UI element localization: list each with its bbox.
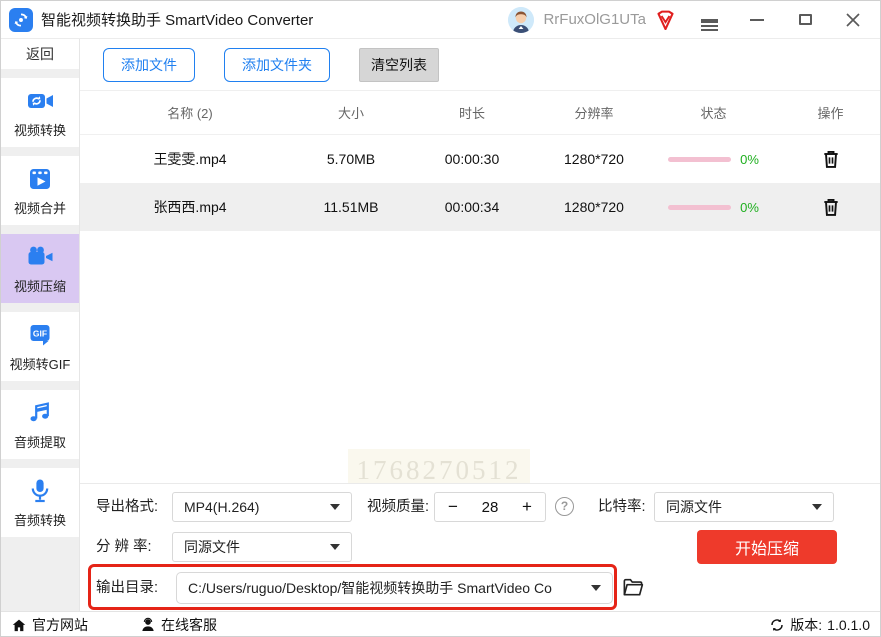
version-value: 1.0.1.0 <box>827 617 870 633</box>
export-format-select[interactable]: MP4(H.264) <box>172 492 352 522</box>
progress-percent: 0% <box>740 151 759 167</box>
output-dir-value: C:/Users/ruguo/Desktop/智能视频转换助手 SmartVid… <box>188 580 552 596</box>
chevron-down-icon <box>591 585 601 591</box>
file-name: 张西西.mp4 <box>153 199 227 215</box>
online-support-label: 在线客服 <box>161 617 217 633</box>
progress-bar <box>668 156 732 162</box>
quality-value: 28 <box>481 498 499 516</box>
video-quality-label: 视频质量: <box>367 499 430 515</box>
official-website-link[interactable]: 官方网站 <box>11 615 88 635</box>
output-dir-select[interactable]: C:/Users/ruguo/Desktop/智能视频转换助手 SmartVid… <box>176 572 613 604</box>
sidebar-item-label: 视频压缩 <box>13 278 66 294</box>
username: RrFuxOlG1UTa <box>543 11 646 28</box>
export-format-label: 导出格式: <box>96 499 159 515</box>
chevron-down-icon <box>812 504 822 510</box>
output-dir-label: 输出目录: <box>96 580 159 596</box>
col-status: 状态 <box>700 106 727 121</box>
chevron-down-icon <box>330 504 340 510</box>
close-icon[interactable] <box>838 6 868 34</box>
app-logo-icon <box>9 7 33 32</box>
audio-extract-icon <box>30 401 49 421</box>
file-duration: 00:00:34 <box>444 199 500 215</box>
chevron-down-icon <box>330 544 340 550</box>
svg-text:GIF: GIF <box>33 328 47 338</box>
file-list-empty-area: 1768270512 <box>80 231 880 489</box>
back-button[interactable]: 返回 <box>1 39 79 69</box>
home-icon <box>12 619 26 631</box>
sidebar-item-label: 视频合并 <box>13 200 66 216</box>
vip-badge-icon[interactable] <box>654 9 676 31</box>
file-size: 11.51MB <box>323 199 379 215</box>
toolbar: 添加文件 添加文件夹 清空列表 <box>80 39 880 91</box>
file-status: 0% <box>646 200 781 215</box>
resolution-select[interactable]: 同源文件 <box>172 532 352 562</box>
file-name: 王雯雯.mp4 <box>153 151 227 167</box>
app-window: 智能视频转换助手 SmartVideo Converter RrFuxOlG1U… <box>0 0 881 637</box>
sidebar: 返回 视频转换 视频合并 视频压缩 GIF 视频转GIF 音频提取 音频转换 <box>1 39 80 611</box>
bitrate-value: 同源文件 <box>666 499 722 515</box>
resolution-label: 分 辨 率: <box>96 539 152 555</box>
footer: 官方网站 在线客服 版本: 1.0.1.0 <box>1 611 880 636</box>
file-resolution: 1280*720 <box>564 199 624 215</box>
online-support-link[interactable]: 在线客服 <box>140 615 217 635</box>
quality-decrease-button[interactable]: − <box>445 497 461 517</box>
refresh-icon[interactable] <box>769 617 785 633</box>
hamburger-menu-icon[interactable] <box>694 6 724 34</box>
file-size: 5.70MB <box>326 151 376 167</box>
sidebar-item-label: 视频转GIF <box>9 356 71 372</box>
col-duration: 时长 <box>458 106 485 121</box>
sidebar-item-video-convert[interactable]: 视频转换 <box>1 78 79 147</box>
quality-increase-button[interactable]: + <box>519 497 535 517</box>
app-title: 智能视频转换助手 SmartVideo Converter <box>41 12 314 29</box>
progress-percent: 0% <box>740 199 759 215</box>
version-label: 版本: <box>790 617 823 633</box>
bitrate-label: 比特率: <box>598 499 646 515</box>
col-size: 大小 <box>337 106 364 121</box>
video-merge-icon <box>30 168 50 189</box>
main-panel: 添加文件 添加文件夹 清空列表 名称 (2) 大小 时长 分辨率 状态 操作 王… <box>80 39 880 611</box>
help-icon[interactable]: ? <box>555 497 574 516</box>
video-to-gif-icon: GIF <box>30 324 50 345</box>
start-compress-button[interactable]: 开始压缩 <box>697 530 837 564</box>
col-resolution: 分辨率 <box>574 106 614 121</box>
titlebar: 智能视频转换助手 SmartVideo Converter RrFuxOlG1U… <box>1 1 880 39</box>
sidebar-item-label: 视频转换 <box>13 122 66 138</box>
resolution-value: 同源文件 <box>184 539 240 555</box>
quality-stepper[interactable]: − 28 + <box>434 492 546 522</box>
video-convert-icon <box>28 93 53 108</box>
sidebar-item-audio-extract[interactable]: 音频提取 <box>1 390 79 459</box>
add-file-button[interactable]: 添加文件 <box>103 47 195 82</box>
browse-folder-button[interactable] <box>621 576 645 600</box>
sidebar-item-label: 音频转换 <box>13 512 66 528</box>
sidebar-item-label: 音频提取 <box>13 434 66 450</box>
export-format-value: MP4(H.264) <box>184 499 260 515</box>
file-status: 0% <box>646 152 781 167</box>
audio-convert-icon <box>31 479 49 502</box>
user-avatar[interactable] <box>508 6 535 33</box>
maximize-icon[interactable] <box>790 6 820 34</box>
sidebar-item-video-compress[interactable]: 视频压缩 <box>1 234 79 303</box>
trash-icon[interactable] <box>821 196 841 218</box>
settings-panel: 导出格式: MP4(H.264) 视频质量: − 28 + ? 比特率: 同源文… <box>80 483 880 611</box>
progress-bar <box>668 204 732 210</box>
customer-service-icon <box>142 617 154 631</box>
clear-list-button[interactable]: 清空列表 <box>359 47 439 82</box>
col-action: 操作 <box>817 106 844 121</box>
sidebar-item-audio-convert[interactable]: 音频转换 <box>1 468 79 537</box>
file-duration: 00:00:30 <box>444 151 500 167</box>
trash-icon[interactable] <box>821 148 841 170</box>
add-folder-button[interactable]: 添加文件夹 <box>224 47 330 82</box>
sidebar-item-video-to-gif[interactable]: GIF 视频转GIF <box>1 312 79 381</box>
bitrate-select[interactable]: 同源文件 <box>654 492 834 522</box>
video-compress-icon <box>28 246 53 264</box>
file-resolution: 1280*720 <box>564 151 624 167</box>
table-row: 张西西.mp4 11.51MB 00:00:34 1280*720 0% <box>80 183 880 231</box>
col-name: 名称 (2) <box>167 106 213 121</box>
official-website-label: 官方网站 <box>32 617 88 633</box>
sidebar-item-video-merge[interactable]: 视频合并 <box>1 156 79 225</box>
table-row: 王雯雯.mp4 5.70MB 00:00:30 1280*720 0% <box>80 135 880 183</box>
table-header: 名称 (2) 大小 时长 分辨率 状态 操作 <box>80 91 880 135</box>
folder-icon <box>623 578 644 596</box>
minimize-icon[interactable] <box>742 6 772 34</box>
